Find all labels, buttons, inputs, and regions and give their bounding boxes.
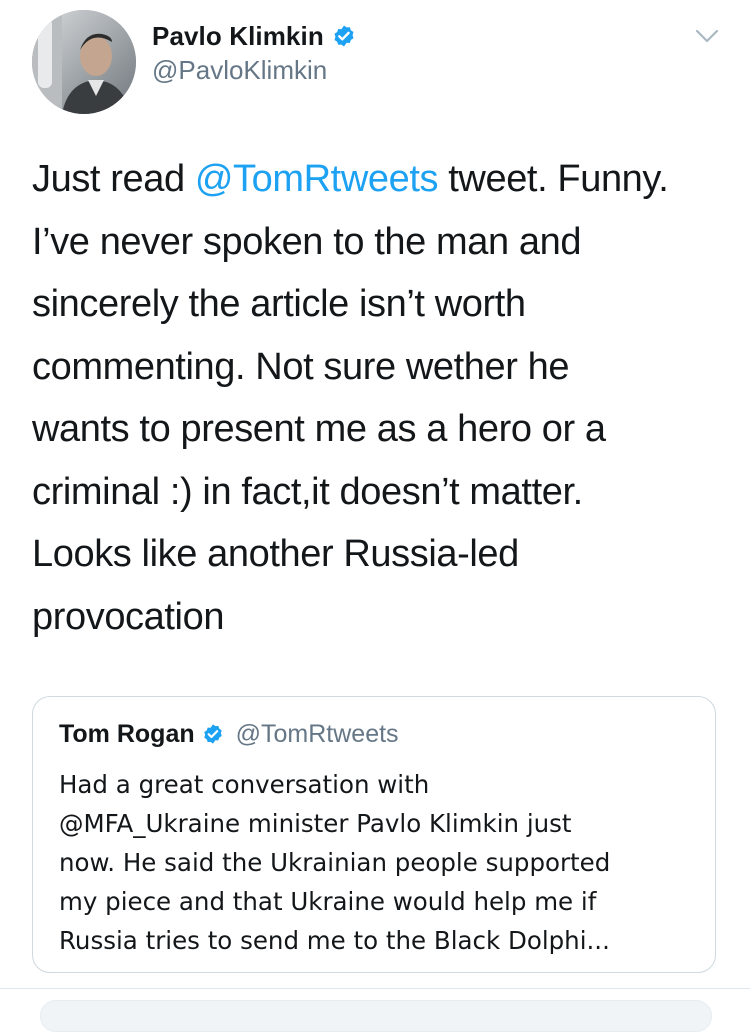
tweet-line: wants to present me as a hero or a — [32, 408, 606, 450]
quoted-tweet-line: Had a great conversation with — [59, 770, 430, 799]
tweet-line: sincerely the article isn’t worth — [32, 283, 526, 325]
reply-bar[interactable] — [40, 1000, 712, 1032]
chevron-down-icon[interactable] — [694, 26, 720, 46]
tweet-text: Just read @TomRtweets tweet. Funny. I’ve… — [32, 148, 732, 648]
quoted-tweet-line: now. He said the Ukrainian people suppor… — [59, 848, 611, 877]
quoted-tweet-card[interactable]: Tom Rogan @TomRtweets Had a great conver… — [32, 696, 716, 973]
avatar[interactable] — [32, 10, 136, 114]
author-handle[interactable]: @PavloKlimkin — [152, 55, 327, 86]
quoted-author-handle: @TomRtweets — [235, 719, 399, 748]
quoted-tweet-line: Russia tries to send me to the Black Dol… — [59, 926, 610, 955]
tweet: Pavlo Klimkin @PavloKlimkin Just read @T… — [0, 0, 750, 1032]
quoted-author-name: Tom Rogan — [59, 719, 195, 748]
verified-badge-icon — [203, 724, 222, 744]
tweet-line: provocation — [32, 595, 225, 638]
verified-badge-icon — [334, 25, 354, 47]
quoted-tweet-line: @MFA_Ukraine minister Pavlo Klimkin just — [59, 809, 572, 838]
tweet-line: criminal :) in fact,it doesn’t matter. — [32, 470, 583, 513]
tweet-line: Looks like another Russia-led — [32, 533, 519, 575]
avatar-photo — [32, 10, 136, 114]
quoted-tweet-text: Had a great conversation with @MFA_Ukrai… — [59, 765, 709, 960]
quoted-tweet-header: Tom Rogan @TomRtweets — [59, 717, 399, 751]
quoted-tweet-line: my piece and that Ukraine would help me … — [59, 887, 597, 916]
divider — [0, 988, 750, 989]
tweet-line: commenting. Not sure wether he — [32, 345, 570, 388]
tweet-line: Just read @TomRtweets tweet. Funny. — [32, 148, 732, 211]
tweet-text-segment: Just read — [32, 158, 195, 200]
tweet-text-segment: tweet. Funny. — [438, 158, 669, 200]
author-name[interactable]: Pavlo Klimkin — [152, 21, 324, 52]
mention-link[interactable]: @TomRtweets — [195, 158, 439, 200]
tweet-line: I’ve never spoken to the man and — [32, 220, 582, 263]
author-name-row[interactable]: Pavlo Klimkin — [152, 18, 356, 54]
